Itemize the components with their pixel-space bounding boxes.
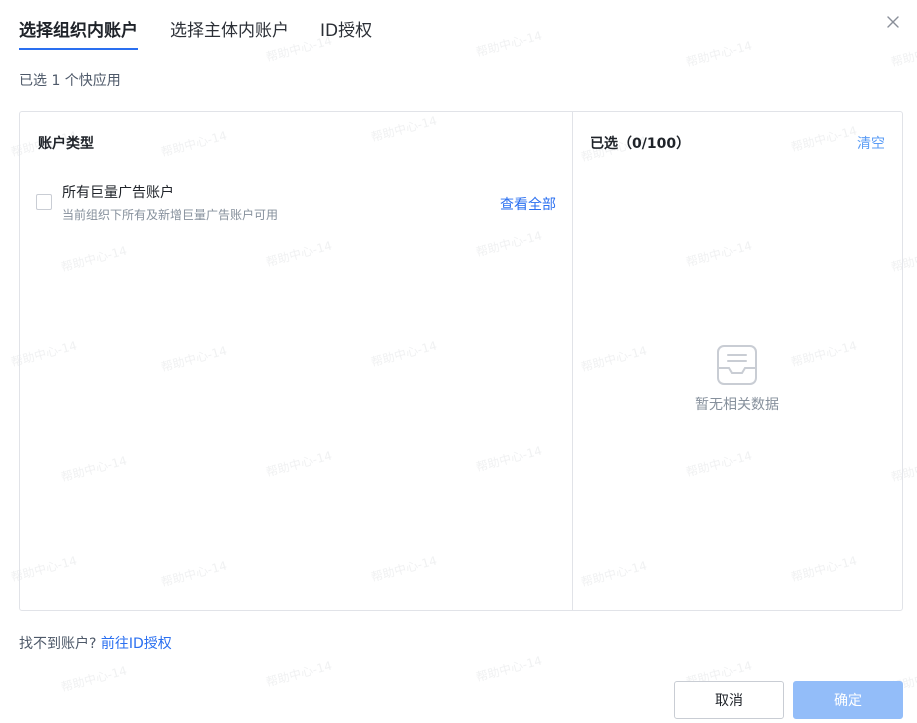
empty-state: 暂无相关数据 [572, 344, 902, 414]
tab-id-auth[interactable]: ID授权 [320, 18, 372, 44]
tab-entity-accounts[interactable]: 选择主体内账户 [170, 18, 289, 44]
watermark-text: 帮助中心-14 [264, 658, 334, 690]
footer-note-text: 找不到账户? [19, 636, 97, 652]
selected-panel: 已选（0/100） 清空 暂无相关数据 [572, 112, 902, 610]
clear-button[interactable]: 清空 [857, 133, 885, 153]
tab-org-accounts[interactable]: 选择组织内账户 [19, 18, 138, 50]
close-icon[interactable] [883, 12, 903, 32]
selected-header: 已选（0/100） [590, 136, 691, 152]
selection-panel: 账户类型 所有巨量广告账户 当前组织下所有及新增巨量广告账户可用 查看全部 已选… [19, 111, 903, 611]
watermark-text: 帮助中心-14 [59, 663, 129, 695]
item-title: 所有巨量广告账户 [62, 185, 174, 201]
item-description: 当前组织下所有及新增巨量广告账户可用 [62, 208, 279, 222]
checkbox-icon[interactable] [36, 194, 52, 210]
id-auth-link[interactable]: 前往ID授权 [101, 636, 172, 652]
selected-summary: 已选 1 个快应用 [19, 73, 121, 89]
watermark-text: 帮助中心-14 [889, 38, 917, 70]
confirm-button[interactable]: 确定 [793, 681, 903, 719]
account-type-header: 账户类型 [38, 136, 94, 152]
inbox-empty-icon [716, 344, 758, 386]
cancel-button[interactable]: 取消 [674, 681, 784, 719]
view-all-link[interactable]: 查看全部 [500, 194, 556, 214]
watermark-text: 帮助中心-14 [474, 653, 544, 685]
list-item: 所有巨量广告账户 当前组织下所有及新增巨量广告账户可用 查看全部 [36, 180, 556, 230]
empty-text: 暂无相关数据 [695, 397, 779, 413]
footer-note: 找不到账户? 前往ID授权 [19, 633, 172, 653]
account-type-panel: 账户类型 所有巨量广告账户 当前组织下所有及新增巨量广告账户可用 查看全部 [20, 112, 573, 610]
watermark-text: 帮助中心-14 [684, 38, 754, 70]
watermark-text: 帮助中心-14 [474, 28, 544, 60]
